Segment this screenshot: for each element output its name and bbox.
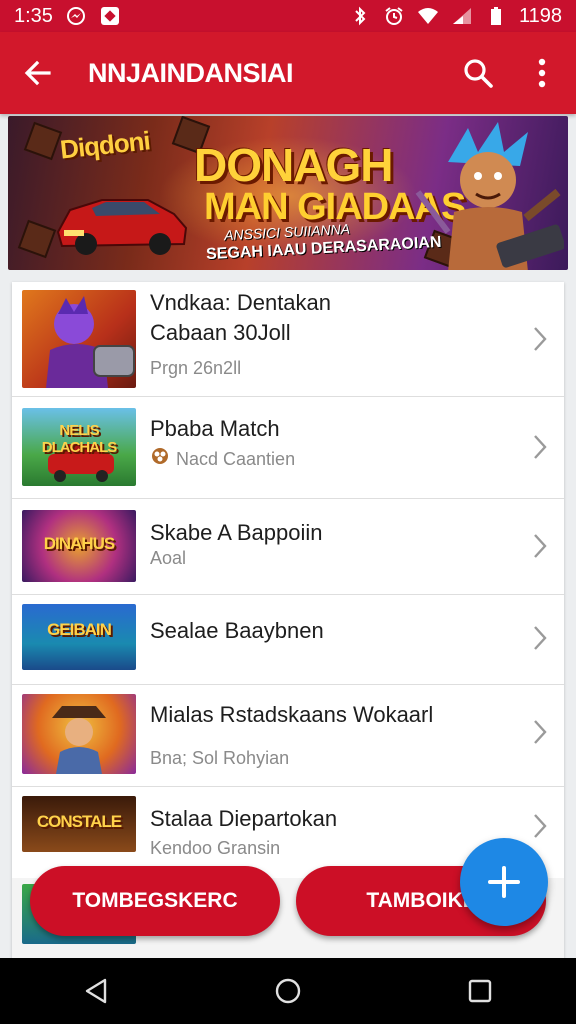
left-action-button[interactable]: TOMBEGSKERC	[30, 866, 280, 936]
game-thumbnail	[22, 694, 136, 774]
status-time: 1:35	[14, 4, 53, 27]
chevron-right-icon	[530, 718, 550, 746]
item-title: Skabe A Bappoiin	[150, 520, 323, 545]
system-nav-bar	[0, 958, 576, 1024]
item-text: Stalaa Diepartokan Kendoo Gransin	[150, 804, 337, 860]
battery-icon	[485, 5, 507, 27]
thumb-label: GEIBAIN	[47, 620, 112, 639]
thumb-label: DINAHUS	[43, 534, 115, 553]
item-subtitle: Bna; Sol Rohyian	[150, 748, 290, 768]
item-title-line2: Cabaan 30Joll	[150, 320, 291, 345]
bluetooth-icon	[349, 5, 371, 27]
game-thumbnail: NELIS DLACHALS	[22, 408, 136, 486]
item-title: Vndkaa: Dentakan	[150, 290, 332, 315]
game-thumbnail: DINAHUS	[22, 510, 136, 582]
hero-character-illustration	[408, 122, 566, 270]
list-item[interactable]: GEIBAIN Sealae Baaybnen	[12, 594, 564, 685]
pretzel-icon	[150, 446, 170, 472]
item-title: Pbaba Match	[150, 416, 280, 441]
car-illustration	[52, 180, 192, 265]
item-subtitle: Prgn 26n2ll	[150, 358, 242, 378]
item-text: Mialas Rstadskaans Wokaarl Bna; Sol Rohy…	[150, 700, 433, 770]
app-icon	[99, 5, 121, 27]
signal-icon	[451, 5, 473, 27]
dice-decoration	[17, 219, 57, 259]
chevron-right-icon	[530, 624, 550, 652]
recents-square-icon[interactable]	[450, 966, 510, 1016]
back-arrow-icon[interactable]	[18, 53, 58, 93]
dice-decoration	[23, 121, 63, 161]
chevron-right-icon	[530, 433, 550, 461]
item-subtitle: Nacd Caantien	[176, 449, 296, 469]
item-subtitle: Kendoo Gransin	[150, 838, 281, 858]
status-left: 1:35	[14, 5, 121, 28]
item-text: Sealae Baaybnen	[150, 616, 324, 646]
messenger-icon	[65, 5, 87, 27]
app-bar: NNJAINDANSIAI	[0, 32, 576, 114]
alarm-icon	[383, 5, 405, 27]
list-item[interactable]: NELIS DLACHALS Pbaba Match Nacd Caantien	[12, 396, 564, 499]
more-vert-icon[interactable]	[522, 53, 562, 93]
banner-tag: Diqdoni	[58, 125, 152, 165]
page-title: NNJAINDANSIAI	[88, 57, 294, 88]
plus-icon	[488, 866, 520, 898]
thumb-label: CONSTALE	[36, 812, 122, 831]
item-title: Mialas Rstadskaans Wokaarl	[150, 702, 434, 727]
chevron-right-icon	[530, 812, 550, 840]
status-bar: 1:35 1198	[0, 0, 576, 32]
item-text: Vndkaa: Dentakan Cabaan 30Joll Prgn 26n2…	[150, 288, 331, 380]
game-thumbnail: CONSTALE	[22, 796, 136, 852]
list-item[interactable]: Mialas Rstadskaans Wokaarl Bna; Sol Rohy…	[12, 684, 564, 787]
item-text: Pbaba Match Nacd Caantien	[150, 414, 295, 472]
banner-headline: DONAGH	[194, 139, 393, 191]
item-subtitle: Aoal	[150, 548, 187, 568]
list-item[interactable]: Vndkaa: Dentakan Cabaan 30Joll Prgn 26n2…	[12, 282, 564, 397]
add-fab-button[interactable]	[460, 838, 548, 926]
battery-text: 1198	[518, 4, 562, 27]
back-triangle-icon[interactable]	[66, 966, 126, 1016]
chevron-right-icon	[530, 325, 550, 353]
list-item[interactable]: DINAHUS Skabe A Bappoiin Aoal	[12, 498, 564, 595]
search-icon[interactable]	[458, 53, 498, 93]
home-circle-icon[interactable]	[258, 966, 318, 1016]
promo-banner[interactable]: Diqdoni DONAGH MAN GIADAAS ANSSICI SUIIA…	[8, 116, 568, 270]
item-subtitle-row: Nacd Caantien	[150, 446, 295, 472]
thumb-label: NELIS DLACHALS	[41, 422, 118, 456]
item-text: Skabe A Bappoiin Aoal	[150, 518, 322, 568]
status-right: 1198	[349, 5, 562, 28]
game-thumbnail	[22, 290, 136, 388]
game-thumbnail: GEIBAIN	[22, 604, 136, 670]
wifi-icon	[417, 5, 439, 27]
chevron-right-icon	[530, 532, 550, 560]
item-title: Sealae Baaybnen	[150, 618, 324, 643]
item-title: Stalaa Diepartokan	[150, 806, 338, 831]
